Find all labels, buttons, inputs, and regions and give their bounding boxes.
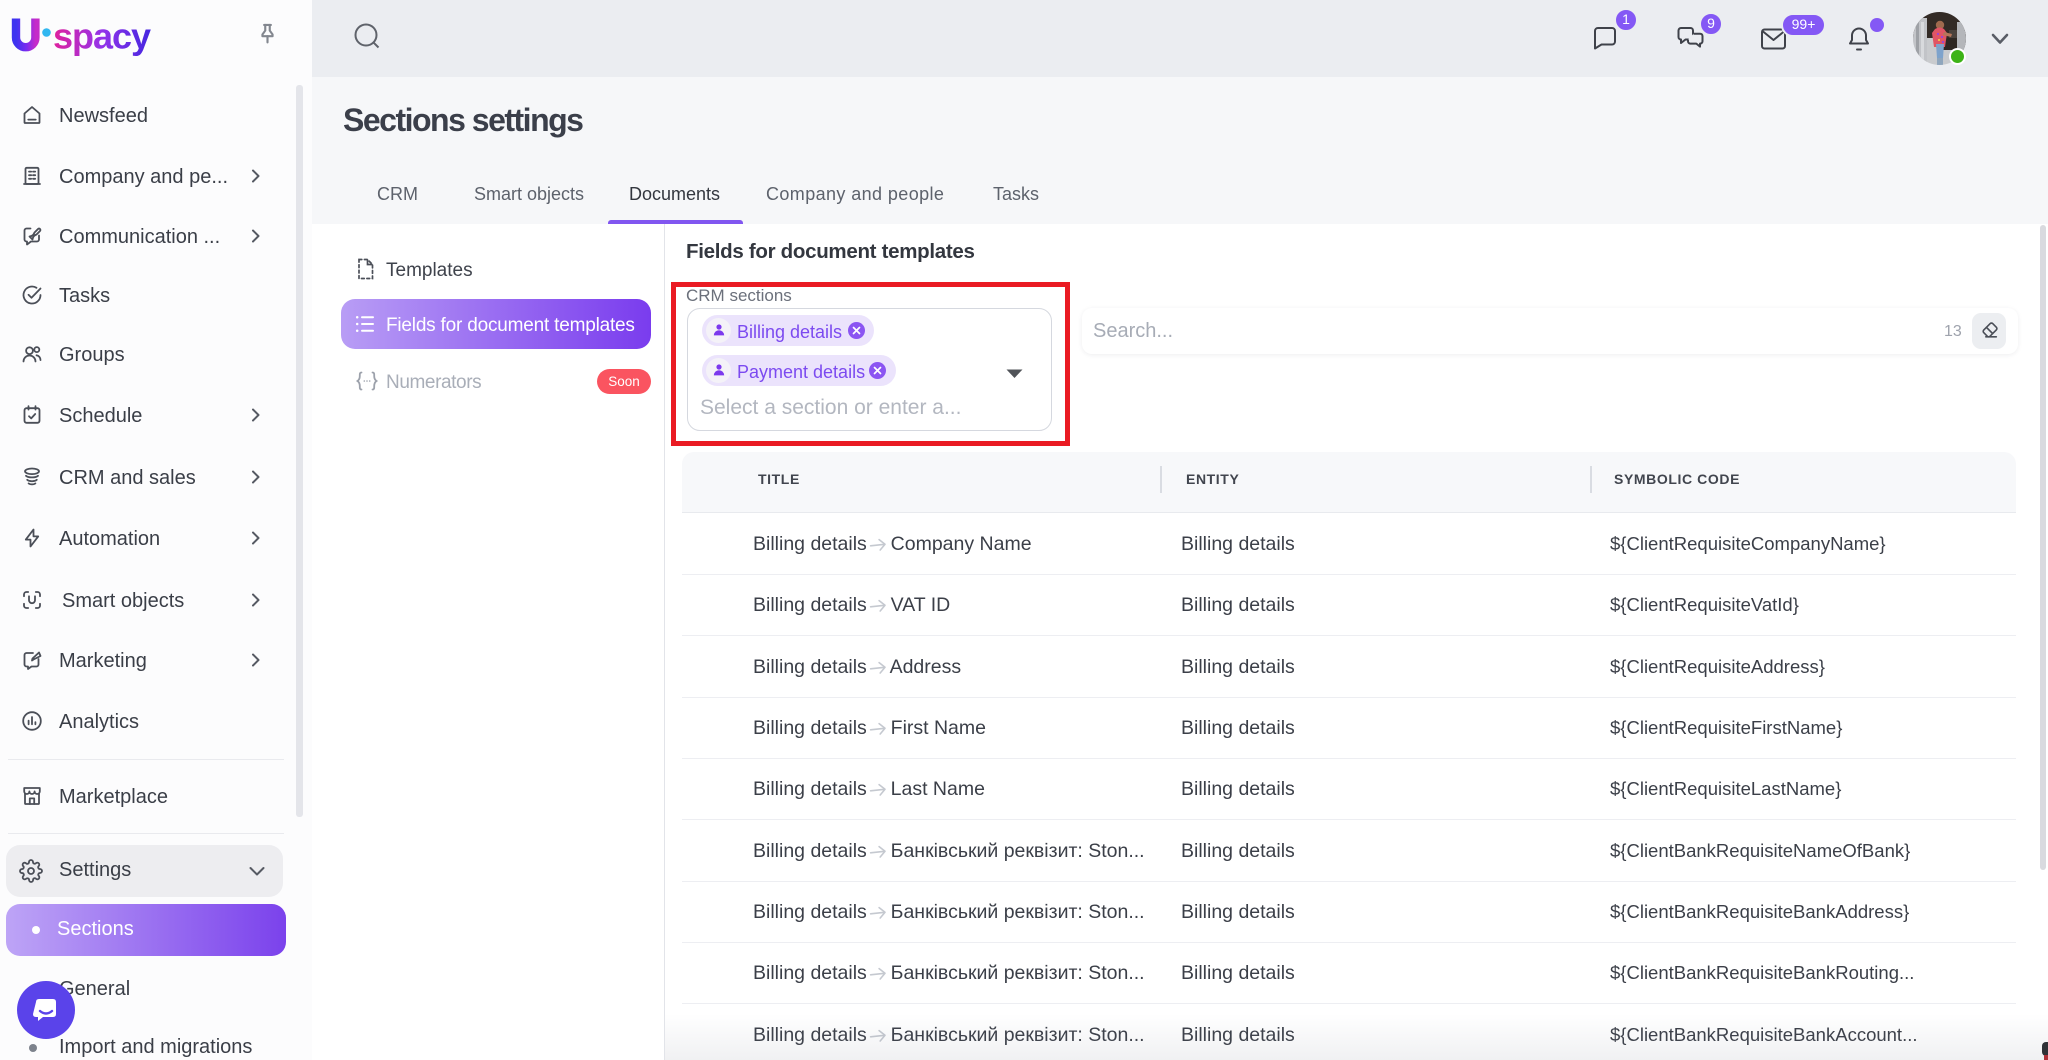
svg-text:spacy: spacy bbox=[53, 16, 151, 57]
